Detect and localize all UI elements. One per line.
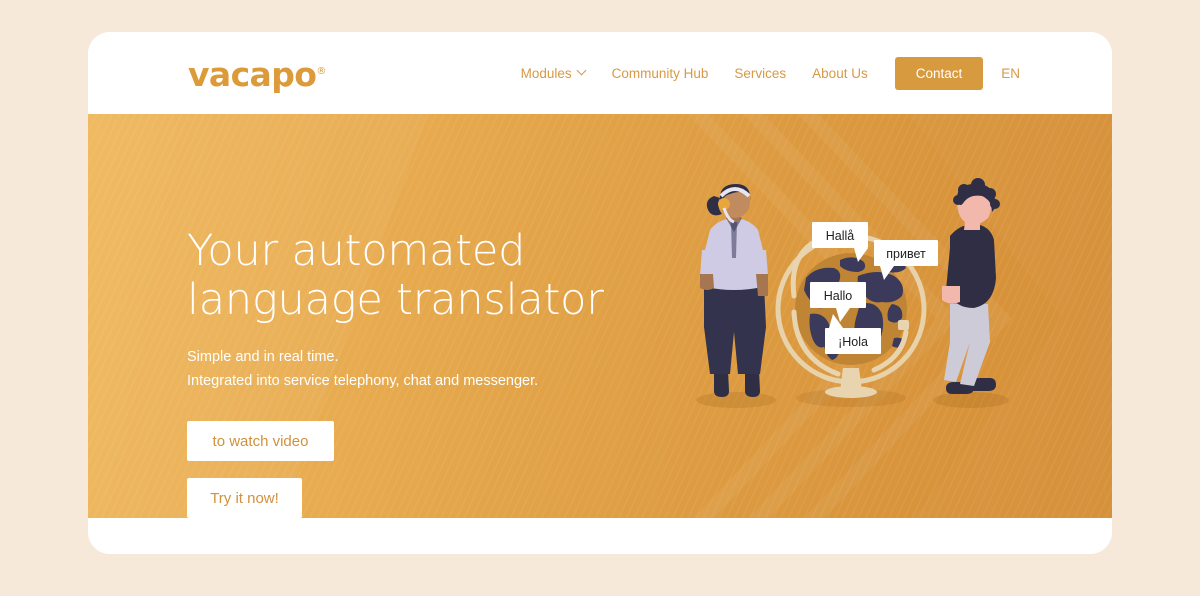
hero-subtitle: Simple and in real time. Integrated into… xyxy=(187,345,707,393)
bubble-spanish-text: ¡Hola xyxy=(838,335,868,349)
language-switcher[interactable]: EN xyxy=(995,66,1026,81)
nav-item-community-hub-label: Community Hub xyxy=(611,65,709,81)
watch-video-button[interactable]: to watch video xyxy=(187,421,334,461)
hero-copy: Your automated language translator Simpl… xyxy=(187,227,707,518)
hero-subtitle-line-2: Integrated into service telephony, chat … xyxy=(187,373,539,389)
woman-with-headset xyxy=(700,184,768,397)
chevron-down-icon xyxy=(578,67,586,75)
woman-shadow xyxy=(696,392,776,408)
globe-translation-illustration: Hallå привет Hallo ¡Hola xyxy=(688,178,1048,432)
page-card: vacapo® Modules Community Hub Services A… xyxy=(88,32,1112,554)
nav-item-services[interactable]: Services xyxy=(721,66,799,81)
man-shadow xyxy=(933,392,1009,408)
bubble-russian-text: привет xyxy=(886,247,926,261)
bubble-german-text: Hallo xyxy=(824,289,853,303)
speech-bubble-russian: привет xyxy=(874,240,938,280)
hero-title: Your automated language translator xyxy=(187,226,604,325)
trademark-symbol: ® xyxy=(316,66,327,77)
nav-item-modules-label: Modules xyxy=(520,65,572,81)
nav-item-community-hub[interactable]: Community Hub xyxy=(599,66,722,81)
nav-item-services-label: Services xyxy=(734,65,787,81)
hero-subtitle-line-1: Simple and in real time. xyxy=(187,349,339,365)
bubble-swedish-text: Hallå xyxy=(826,229,855,243)
hero-section: Your automated language translator Simpl… xyxy=(88,114,1112,518)
man-standing xyxy=(942,178,1000,394)
main-nav: Modules Community Hub Services About Us … xyxy=(508,32,1026,114)
site-header: vacapo® Modules Community Hub Services A… xyxy=(88,32,1112,114)
nav-item-modules[interactable]: Modules xyxy=(508,66,599,81)
nav-item-about-us[interactable]: About Us xyxy=(799,66,881,81)
nav-item-about-us-label: About Us xyxy=(812,65,868,81)
hero-actions: to watch video Try it now! xyxy=(187,421,707,518)
brand-logo-text: vacapo xyxy=(188,55,317,94)
brand-logo[interactable]: vacapo® xyxy=(188,58,326,91)
contact-button[interactable]: Contact xyxy=(894,56,984,90)
try-it-now-button[interactable]: Try it now! xyxy=(187,478,302,518)
card-footer-strip xyxy=(88,518,1112,554)
